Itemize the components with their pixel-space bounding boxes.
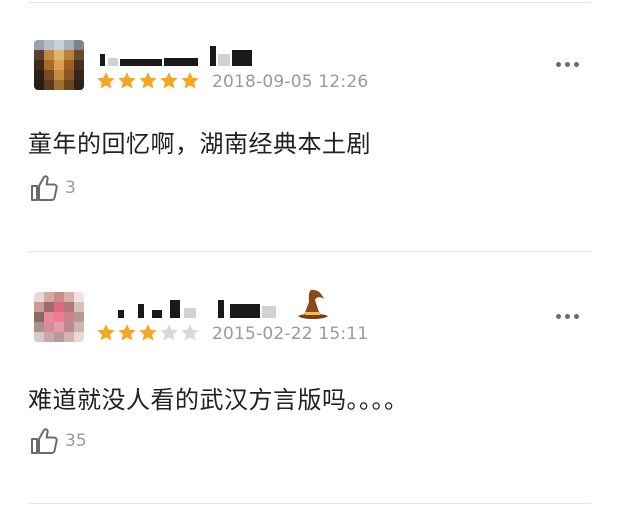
rating-stars	[96, 323, 200, 343]
like-count: 35	[65, 431, 87, 451]
comment-text: 难道就没人看的武汉方言版吗。。。。	[28, 386, 409, 414]
avatar[interactable]	[34, 292, 84, 342]
like-button[interactable]: 35	[28, 425, 87, 457]
divider-middle	[29, 251, 591, 252]
star-filled-icon	[97, 324, 115, 341]
username-redacted[interactable]	[100, 296, 290, 318]
star-filled-icon	[118, 324, 136, 341]
comment-time: 2015-02-22 15:11	[212, 324, 369, 344]
star-filled-icon	[139, 324, 157, 341]
comment-item: 2015-02-22 15:11 难道就没人看的武汉方言版吗。。。。 35	[0, 0, 640, 454]
wizard-hat-icon	[298, 289, 328, 319]
thumbs-up-icon	[31, 428, 58, 454]
star-empty-icon	[160, 324, 178, 341]
star-empty-icon	[181, 324, 199, 341]
more-dots-icon[interactable]	[556, 314, 579, 319]
divider-bottom	[29, 503, 591, 504]
